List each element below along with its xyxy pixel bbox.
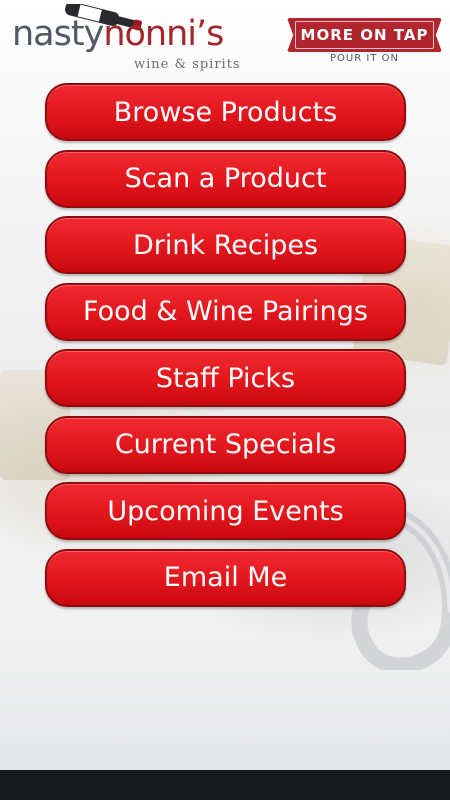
badge-tagline: POUR IT ON — [330, 53, 399, 64]
logo-wordmark: nastynonni’s — [12, 14, 224, 54]
staff-picks-button[interactable]: Staff Picks — [45, 349, 406, 407]
logo-wordmark-second: nonni’s — [103, 14, 224, 54]
food-wine-pairings-button[interactable]: Food & Wine Pairings — [45, 282, 406, 341]
upcoming-events-button[interactable]: Upcoming Events — [45, 482, 406, 540]
more-on-tap-badge[interactable]: MORE ON TAP POUR IT ON — [287, 18, 442, 66]
current-specials-button[interactable]: Current Specials — [45, 415, 406, 474]
logo-tagline: wine & spirits — [134, 57, 241, 72]
scan-product-button[interactable]: Scan a Product — [45, 149, 406, 208]
browse-products-button[interactable]: Browse Products — [45, 83, 406, 141]
system-navigation-bar — [0, 770, 450, 800]
main-menu: Browse Products Scan a Product Drink Rec… — [45, 83, 406, 615]
background-floor — [0, 735, 450, 770]
store-logo[interactable]: nastynonni’s wine & spirits — [12, 4, 262, 74]
drink-recipes-button[interactable]: Drink Recipes — [45, 216, 406, 274]
app-header: nastynonni’s wine & spirits MORE ON TAP … — [0, 0, 450, 80]
email-me-button[interactable]: Email Me — [45, 548, 406, 607]
badge-title: MORE ON TAP — [287, 18, 442, 52]
logo-wordmark-first: nasty — [12, 14, 104, 54]
